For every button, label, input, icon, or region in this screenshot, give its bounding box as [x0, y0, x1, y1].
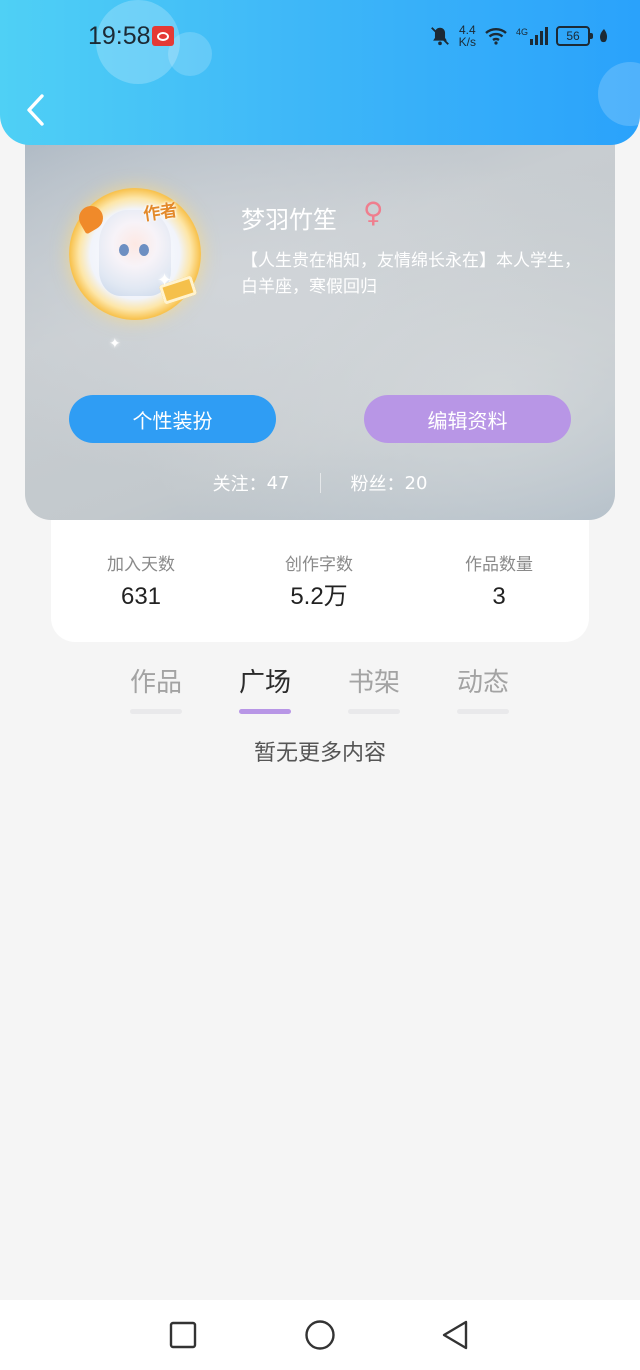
home-button[interactable] — [303, 1318, 337, 1352]
following-count-link[interactable]: 关注： 47 — [213, 470, 290, 496]
recents-button[interactable] — [166, 1318, 200, 1352]
author-tag: 作者 — [142, 200, 179, 226]
fans-label: 粉丝： — [350, 474, 405, 495]
female-gender-icon: ♀ — [363, 196, 384, 229]
triangle-back-icon — [442, 1320, 468, 1350]
tab-activity[interactable]: 动态 — [448, 662, 518, 714]
chevron-left-icon — [27, 94, 44, 126]
mute-bell-icon — [430, 27, 449, 46]
signal-icon: 4G — [516, 27, 548, 45]
profile-card: ✦ ✦ 作者 梦羽竹笙 ♀ 【人生贵在相知，友情绵长永在】本人学生，白羊座，寒假… — [25, 100, 615, 520]
back-button[interactable] — [18, 88, 54, 132]
dress-up-button[interactable]: 个性装扮 — [69, 395, 276, 443]
circle-home-icon — [305, 1320, 335, 1350]
battery-icon: 56 — [556, 26, 593, 46]
following-label: 关注： — [212, 474, 267, 495]
leaf-icon — [600, 29, 608, 43]
status-time: 19:58 — [88, 22, 151, 50]
wifi-icon — [485, 28, 507, 45]
system-nav-bar — [0, 1300, 640, 1370]
tab-works[interactable]: 作品 — [121, 662, 191, 714]
avatar[interactable]: ✦ ✦ — [69, 188, 201, 352]
app-notification-icon — [152, 26, 174, 46]
decorative-bubble — [598, 62, 640, 126]
divider — [319, 473, 321, 493]
stat-word-count: 创作字数 5.2万 — [285, 555, 353, 610]
following-count: 47 — [266, 472, 290, 494]
profile-bio: 【人生贵在相知，友情绵长永在】本人学生，白羊座，寒假回归 — [241, 251, 581, 297]
content-tabs: 作品 广场 书架 动态 — [0, 662, 640, 722]
decorative-bubble — [168, 32, 212, 76]
sparkle-icon: ✦ — [157, 270, 173, 291]
tab-bookshelf[interactable]: 书架 — [339, 662, 409, 714]
sparkle-icon: ✦ — [109, 336, 121, 352]
stats-card: 加入天数 631 创作字数 5.2万 作品数量 3 — [51, 520, 589, 642]
tab-underline — [457, 709, 509, 714]
stat-join-days: 加入天数 631 — [107, 555, 175, 610]
stat-works-count: 作品数量 3 — [465, 555, 533, 610]
edit-profile-button[interactable]: 编辑资料 — [364, 395, 571, 443]
fans-count-link[interactable]: 粉丝： 20 — [351, 470, 428, 496]
tab-square[interactable]: 广场 — [230, 662, 300, 714]
square-recents-icon — [169, 1321, 197, 1349]
tab-underline-active — [239, 709, 291, 714]
follow-stats: 关注： 47 粉丝： 20 — [25, 470, 615, 496]
top-header: 19:58 4.4 K/s 4G 56 — [0, 0, 640, 145]
status-icons: 4.4 K/s 4G 56 — [429, 22, 610, 50]
tab-underline — [348, 709, 400, 714]
empty-state-message: 暂无更多内容 — [253, 741, 386, 766]
net-speed: 4.4 K/s — [458, 23, 476, 49]
back-nav-button[interactable] — [438, 1318, 472, 1352]
tab-underline — [130, 709, 182, 714]
fans-count: 20 — [404, 472, 428, 494]
username: 梦羽竹笙 — [241, 206, 337, 234]
